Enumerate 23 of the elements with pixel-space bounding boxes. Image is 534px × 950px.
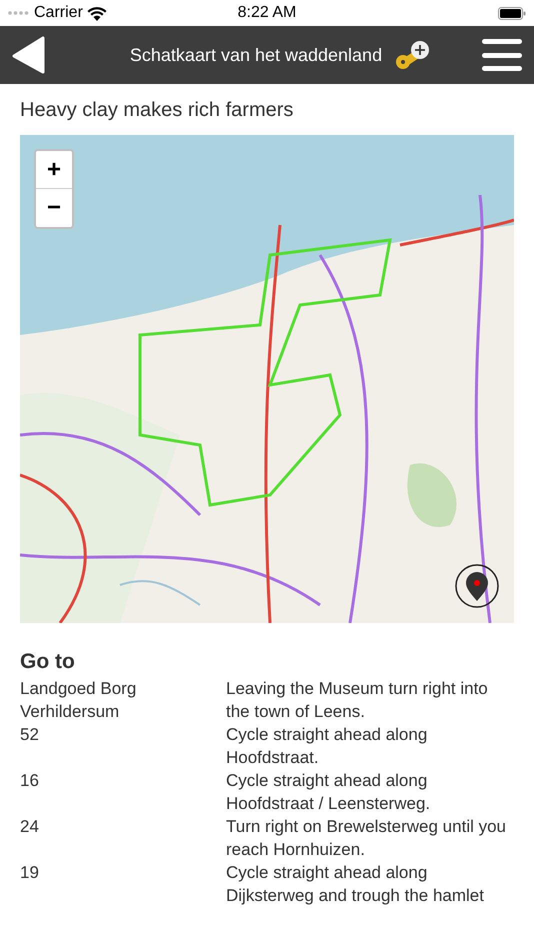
route-instruction: Cycle straight ahead along Hoofdstraat / Leensterweg. xyxy=(226,770,432,815)
waypoint-name: 19 xyxy=(20,862,40,884)
zoom-out-button[interactable]: − xyxy=(36,189,72,227)
directions-title: Go to xyxy=(20,649,76,675)
route-instruction: Cycle straight ahead along Dijksterweg and trough the hamlet xyxy=(226,862,485,907)
waypoint-name: 24 xyxy=(20,816,40,838)
clock-time: 8:22 AM xyxy=(238,3,296,23)
menu-button[interactable] xyxy=(482,39,522,71)
app-title: Schatkaart van het waddenland xyxy=(130,44,382,66)
zoom-in-button[interactable]: + xyxy=(36,151,72,189)
battery-icon xyxy=(498,6,526,20)
back-button[interactable] xyxy=(12,35,46,75)
waypoint-name: Landgoed Borg Verhildersum xyxy=(20,678,138,723)
waypoint-name: 16 xyxy=(20,770,40,792)
route-instruction: Turn right on Brewelsterweg until you reach Hornhuizen. xyxy=(226,816,508,861)
page-heading: Heavy clay makes rich farmers xyxy=(20,98,294,122)
route-instruction: Leaving the Museum turn right into the town of Leens. xyxy=(226,678,489,723)
wifi-icon xyxy=(86,6,107,20)
waypoint-name: 52 xyxy=(20,724,40,746)
route-instruction: Cycle straight ahead along Hoofdstraat. xyxy=(226,724,428,769)
carrier-label: Carrier xyxy=(34,3,83,23)
signal-icon xyxy=(8,11,30,15)
locate-icon[interactable] xyxy=(454,563,500,609)
